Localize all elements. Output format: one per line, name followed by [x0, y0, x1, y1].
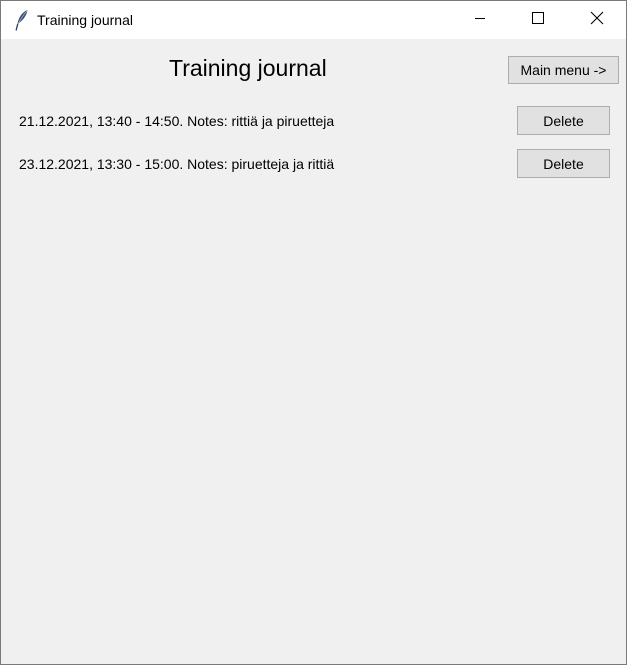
minimize-button[interactable]: [451, 1, 509, 39]
journal-entry-text: 23.12.2021, 13:30 - 15:00. Notes: piruet…: [19, 156, 335, 172]
delete-entry-button[interactable]: Delete: [517, 106, 610, 135]
title-bar[interactable]: Training journal: [1, 1, 626, 39]
journal-entry-text: 21.12.2021, 13:40 - 14:50. Notes: rittiä…: [19, 113, 335, 129]
window-title: Training journal: [37, 12, 133, 28]
close-button[interactable]: [568, 1, 626, 39]
journal-content: Training journal Main menu -> 21.12.2021…: [1, 39, 626, 664]
minimize-icon: [474, 11, 486, 29]
close-icon: [590, 11, 604, 30]
feather-icon: [14, 9, 30, 31]
app-window: Training journal Training journal Main m…: [0, 0, 627, 665]
delete-entry-button[interactable]: Delete: [517, 149, 610, 178]
maximize-icon: [532, 11, 544, 29]
main-menu-button[interactable]: Main menu ->: [508, 56, 619, 84]
page-title: Training journal: [169, 55, 327, 81]
maximize-button[interactable]: [509, 1, 567, 39]
